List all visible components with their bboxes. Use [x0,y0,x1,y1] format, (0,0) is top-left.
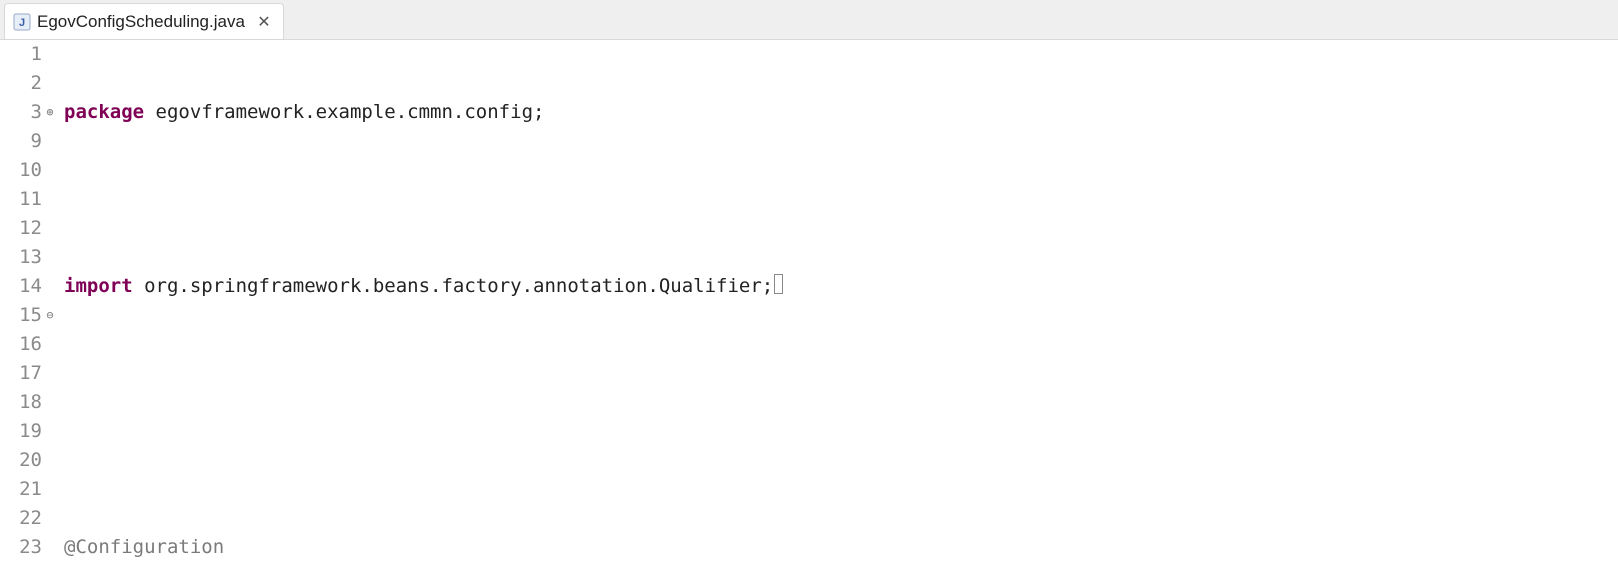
line-number: 14 [0,272,42,301]
editor-tab[interactable]: J EgovConfigScheduling.java ✕ [4,3,284,39]
line-number: 18 [0,388,42,417]
code-line[interactable]: import org.springframework.beans.factory… [64,272,1618,301]
java-file-icon: J [13,13,31,31]
line-number: 3 ⊕ [0,98,42,127]
line-number: 17 [0,359,42,388]
code-area[interactable]: package egovframework.example.cmmn.confi… [48,40,1618,583]
line-number: 10 [0,156,42,185]
line-number: 11 [0,185,42,214]
code-line[interactable] [64,185,1618,214]
tab-bar: J EgovConfigScheduling.java ✕ [0,0,1618,40]
svg-text:J: J [19,17,25,29]
line-number: 21 [0,475,42,504]
editor-frame: J EgovConfigScheduling.java ✕ 1 2 3 ⊕ 9 … [0,0,1618,583]
line-number: 19 [0,417,42,446]
line-number: 1 [0,40,42,69]
tab-close-button[interactable]: ✕ [255,13,273,31]
line-number: 22 [0,504,42,533]
code-line[interactable]: package egovframework.example.cmmn.confi… [64,98,1618,127]
code-line[interactable]: @Configuration [64,533,1618,562]
code-line[interactable] [64,359,1618,388]
line-number: 16 [0,330,42,359]
line-number: 2 [0,69,42,98]
line-number: 15 ⊖ [0,301,42,330]
line-number-gutter: 1 2 3 ⊕ 9 10 11 12 13 14 15 ⊖ 16 17 18 1… [0,40,48,583]
line-number: 20 [0,446,42,475]
line-number: 23 [0,533,42,562]
line-number: 12 [0,214,42,243]
line-number: 13 [0,243,42,272]
tab-filename: EgovConfigScheduling.java [37,12,245,32]
editor-body: 1 2 3 ⊕ 9 10 11 12 13 14 15 ⊖ 16 17 18 1… [0,40,1618,583]
line-number: 9 [0,127,42,156]
code-line[interactable] [64,446,1618,475]
folded-marker-icon [774,274,783,294]
